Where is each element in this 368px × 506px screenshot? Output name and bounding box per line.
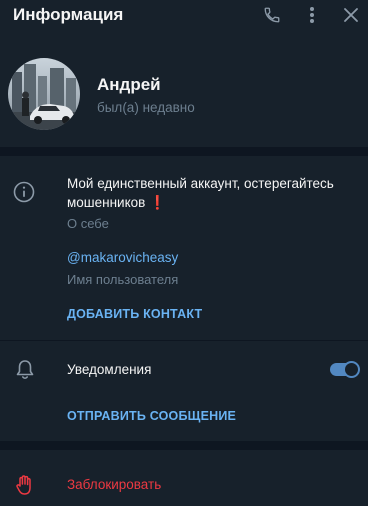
more-vertical-icon [310,7,314,23]
close-icon [344,8,358,22]
call-button[interactable] [261,4,283,26]
section-divider [0,441,368,450]
add-contact-button[interactable]: ДОБАВИТЬ КОНТАКТ [67,307,202,321]
section-divider [0,147,368,156]
username-link[interactable]: @makarovicheasy [67,250,178,265]
section-divider [0,340,368,341]
phone-icon [264,7,280,23]
page-title: Информация [13,5,124,24]
hand-stop-icon [16,475,31,495]
profile-section: Андрей был(а) недавно [0,52,368,142]
bell-icon [16,360,34,380]
send-message-button[interactable]: ОТПРАВИТЬ СООБЩЕНИЕ [67,409,236,423]
bio-text: Мой единственный аккаунт, остерегайтесь … [67,175,357,212]
info-icon [13,181,35,203]
block-user-button[interactable]: Заблокировать [67,477,161,492]
close-button[interactable] [340,4,362,26]
exclamation-emoji: ❗ [149,194,167,210]
notifications-toggle[interactable] [330,361,360,378]
avatar[interactable] [8,58,80,130]
profile-status: был(а) недавно [97,100,195,115]
toggle-knob [343,361,360,378]
profile-name: Андрей [97,75,161,94]
more-options-button[interactable] [301,4,323,26]
notifications-label: Уведомления [67,362,152,377]
username-caption: Имя пользователя [67,272,179,287]
bio-caption: О себе [67,216,109,231]
bio-content: Мой единственный аккаунт, остерегайтесь … [67,176,334,210]
avatar-image [8,58,80,130]
header-bar: Информация [0,0,368,30]
